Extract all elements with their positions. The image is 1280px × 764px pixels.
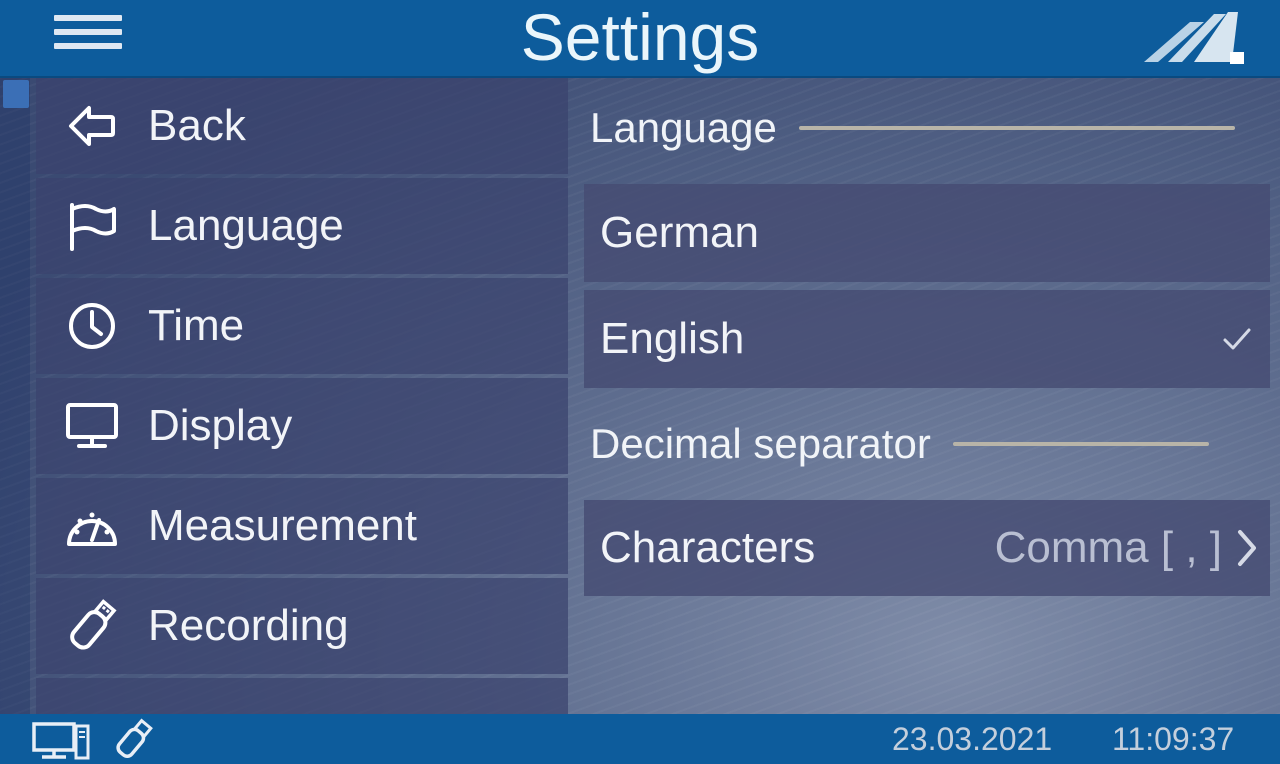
- sidebar-item-label: Display: [148, 401, 293, 450]
- section-title: Language: [590, 104, 777, 151]
- back-arrow-icon: [64, 102, 120, 150]
- section-divider: [798, 126, 1235, 130]
- status-date: 23.03.2021: [892, 721, 1053, 757]
- sidebar-item-label: Recording: [148, 601, 349, 650]
- language-option-english[interactable]: English: [584, 290, 1270, 388]
- sidebar-item-recording[interactable]: Recording: [36, 578, 568, 674]
- sidebar-item-label: Time: [148, 301, 245, 350]
- scrollbar-thumb[interactable]: [3, 80, 29, 108]
- section-title: Decimal separator: [590, 420, 931, 467]
- status-time: 11:09:37: [1112, 721, 1235, 757]
- sidebar-item-measurement[interactable]: Measurement: [36, 478, 568, 574]
- usb-stick-icon: [64, 599, 120, 650]
- sidebar: Back Language Time Display Measurement R…: [36, 78, 568, 714]
- language-section-header: Language: [590, 98, 1235, 158]
- option-label: German: [600, 208, 759, 257]
- sidebar-item-label: Back: [148, 101, 246, 150]
- partial-item-icon: [64, 702, 120, 714]
- sidebar-item-time[interactable]: Time: [36, 278, 568, 374]
- status-bar: 23.03.2021 11:09:37: [0, 714, 1280, 764]
- sidebar-item-back[interactable]: Back: [36, 78, 568, 174]
- check-icon: [1223, 328, 1251, 350]
- monitor-icon: [64, 402, 120, 450]
- decimal-separator-characters[interactable]: Characters Comma [ , ]: [584, 500, 1270, 596]
- option-label: Characters: [600, 523, 816, 572]
- sidebar-item-partial[interactable]: [36, 678, 568, 714]
- section-divider: [952, 442, 1209, 446]
- sidebar-item-label: Measurement: [148, 501, 418, 550]
- usb-stick-icon: [116, 718, 153, 758]
- language-option-german[interactable]: German: [584, 184, 1270, 282]
- clock-icon: [64, 302, 120, 350]
- chevron-right-icon: [1238, 530, 1256, 566]
- hamburger-menu-icon[interactable]: [54, 15, 122, 57]
- flag-icon: [64, 202, 120, 251]
- brand-logo: [1144, 12, 1244, 64]
- gauge-icon: [64, 502, 120, 550]
- decimal-section-header: Decimal separator: [590, 414, 1209, 474]
- pc-connection-icon: [32, 722, 90, 760]
- header-bar: Settings: [0, 0, 1280, 78]
- sidebar-item-language[interactable]: Language: [36, 178, 568, 274]
- sidebar-item-display[interactable]: Display: [36, 378, 568, 474]
- sidebar-item-label: Language: [148, 201, 344, 250]
- page-title: Settings: [520, 0, 760, 74]
- option-value: Comma [ , ]: [994, 523, 1222, 572]
- option-label: English: [600, 314, 745, 363]
- sidebar-scrollbar[interactable]: [0, 78, 30, 714]
